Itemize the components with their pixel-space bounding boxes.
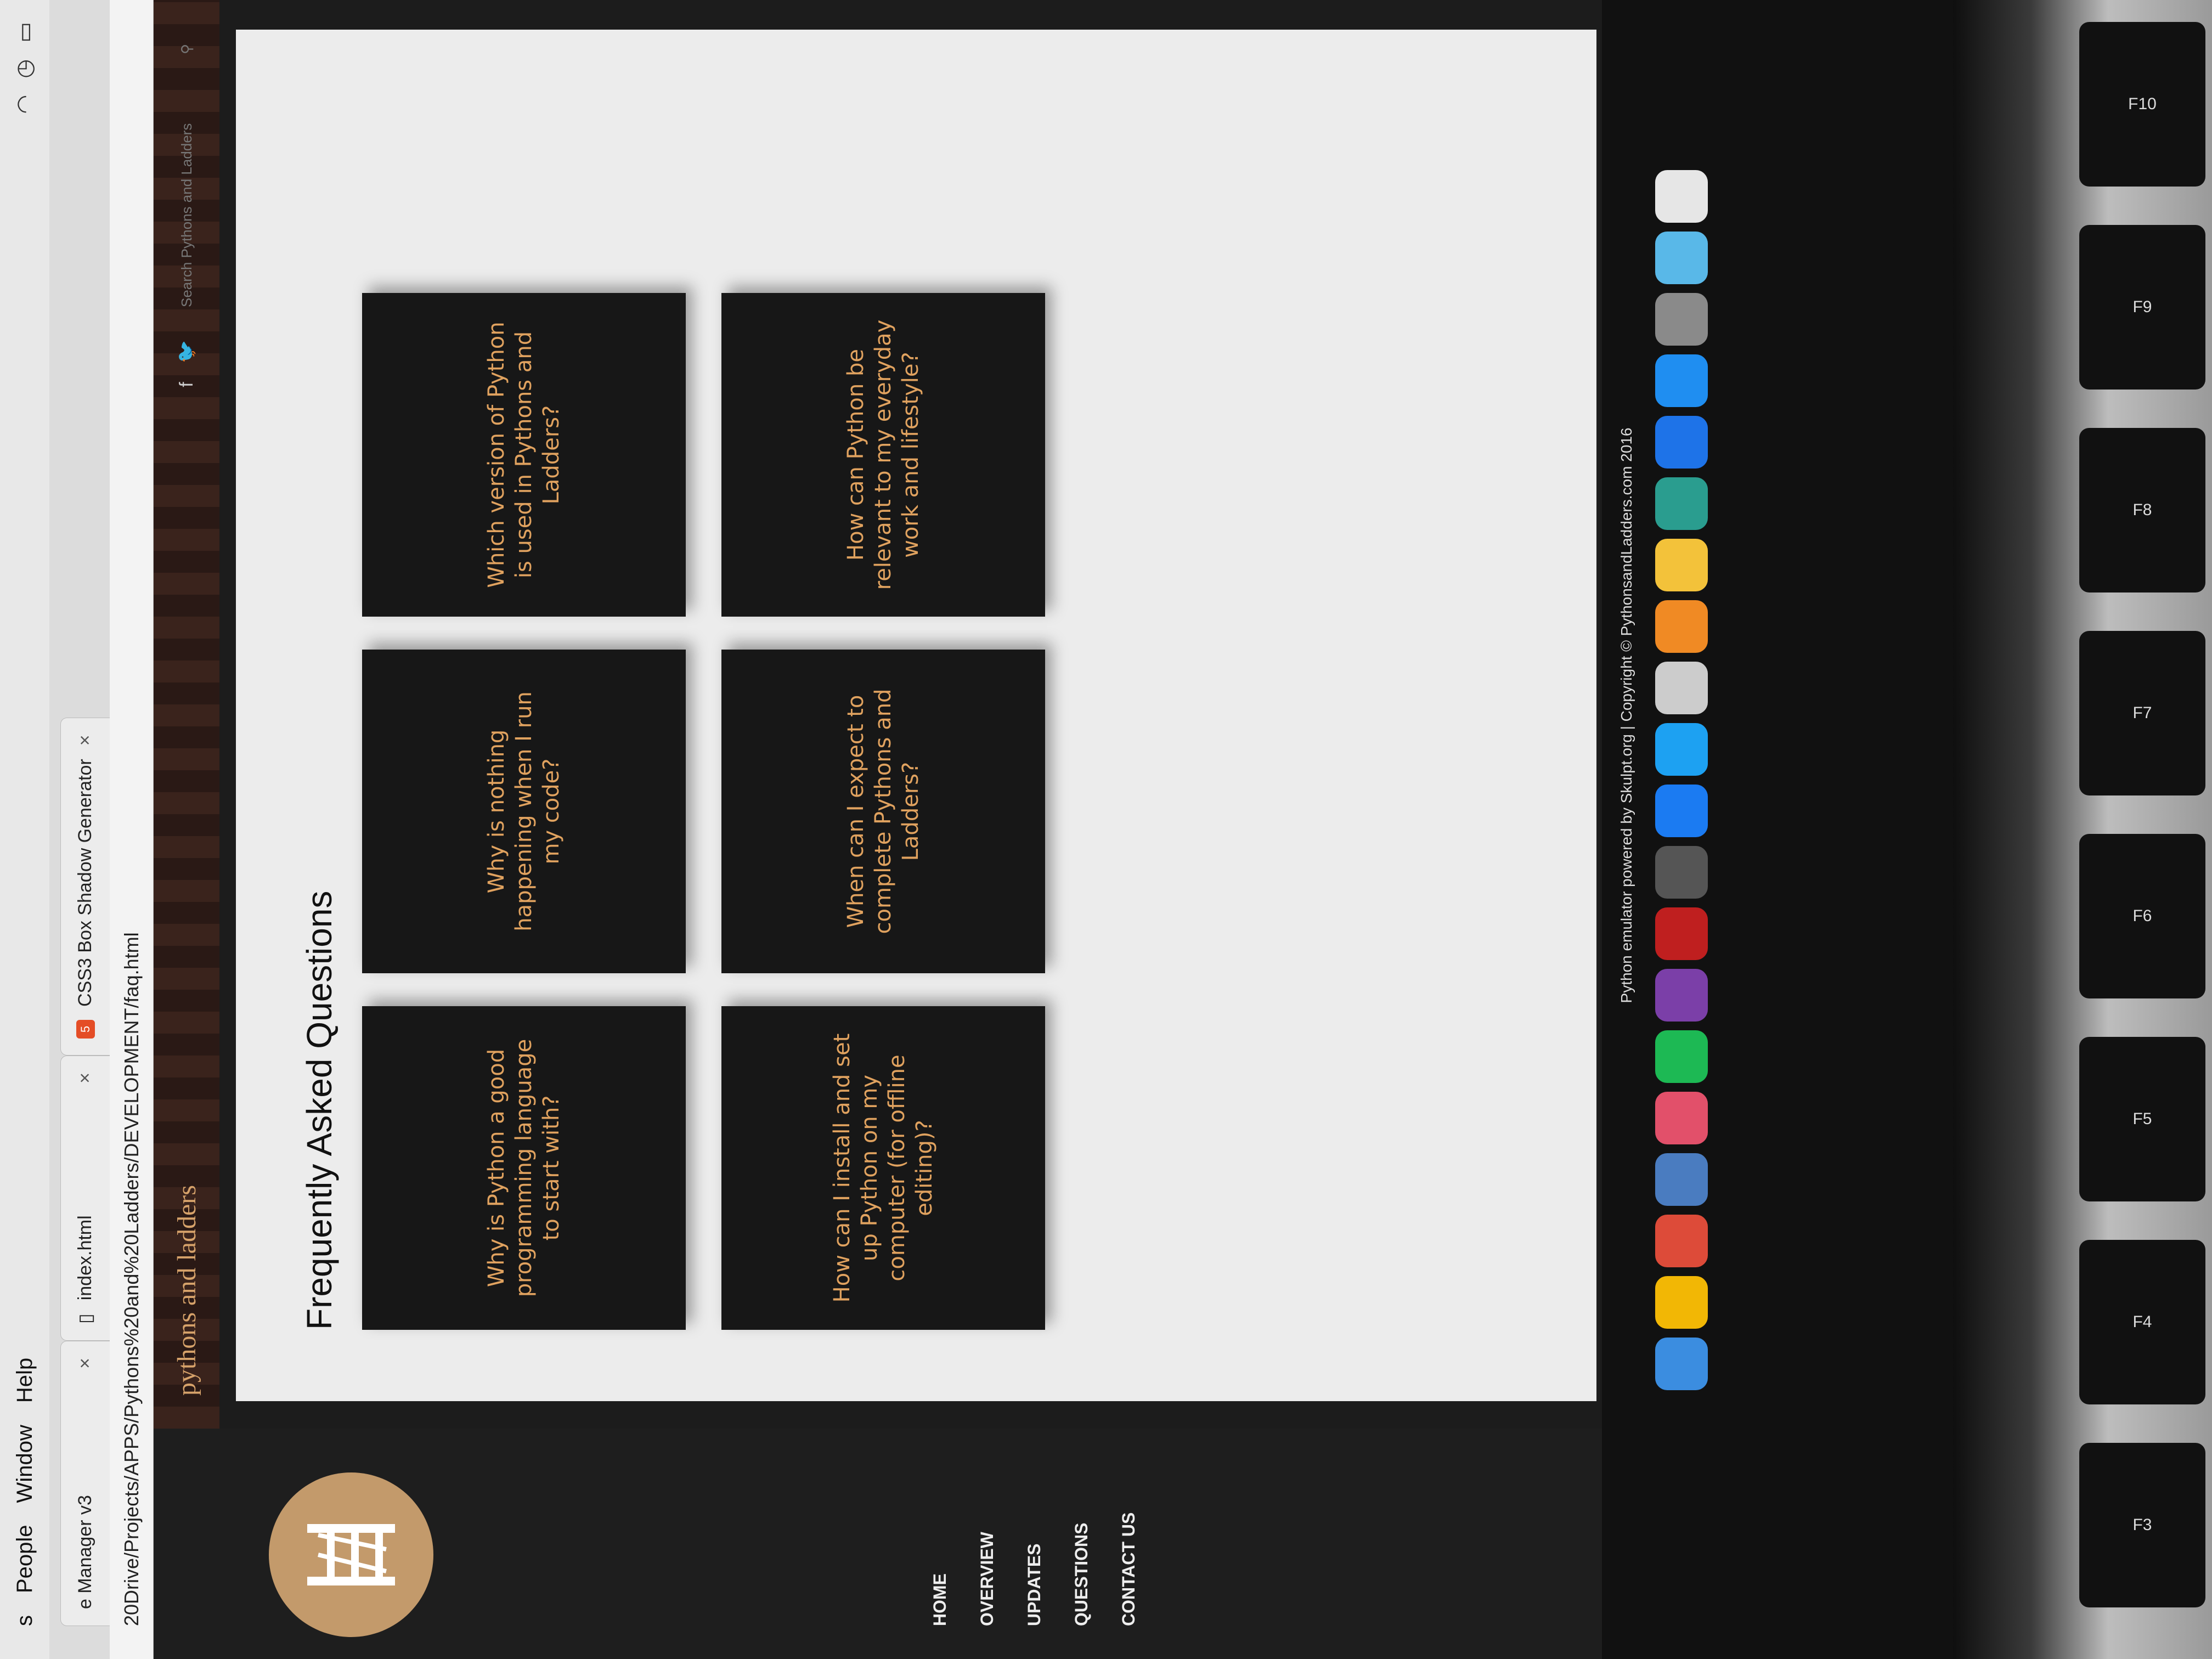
site-brand[interactable]: pythons and ladders [172, 1185, 202, 1396]
close-icon[interactable]: × [75, 1073, 96, 1084]
search-icon[interactable]: ⚲ [178, 44, 195, 54]
photo-scene: s People Window Help ◠ ◷ ▭ e Manager v3 … [0, 0, 2212, 1659]
browser-tab-strip: e Manager v3 × ▯ index.html × 5 CSS3 Box… [49, 0, 110, 1659]
nav-questions[interactable]: QUESTIONS [1058, 1429, 1105, 1659]
faq-question: When can I expect to complete Pythons an… [843, 689, 923, 934]
laptop-screen: s People Window Help ◠ ◷ ▭ e Manager v3 … [0, 0, 1953, 1659]
finder-icon[interactable] [1655, 1338, 1708, 1390]
folder-icon[interactable] [1655, 232, 1708, 284]
menu-item-window[interactable]: Window [13, 1425, 37, 1503]
nav-overview[interactable]: OVERVIEW [963, 1429, 1011, 1659]
key-label: F7 [2132, 704, 2152, 722]
page-title: Frequently Asked Questions [300, 890, 339, 1330]
sidebar-nav: HOME OVERVIEW UPDATES QUESTIONS CONTACT … [916, 1429, 1152, 1659]
os-menubar: s People Window Help ◠ ◷ ▭ [0, 0, 49, 1659]
tab-label: e Manager v3 [75, 1495, 95, 1609]
faq-card[interactable]: When can I expect to complete Pythons an… [721, 650, 1045, 973]
key-f6: F6 [2079, 834, 2205, 998]
key-f5: F5 [2079, 1037, 2205, 1201]
trash-icon[interactable] [1655, 170, 1708, 223]
function-keys: F10 F9 F8 F7 F6 F5 F4 F3 [2063, 0, 2212, 1659]
onenote-icon[interactable] [1655, 969, 1708, 1022]
macos-dock [1643, 30, 1720, 1401]
faq-question: Which version of Python is used in Pytho… [484, 321, 564, 588]
spotify-icon[interactable] [1655, 1030, 1708, 1083]
key-f3: F3 [2079, 1443, 2205, 1607]
photos-icon[interactable] [1655, 539, 1708, 591]
search-placeholder: Search Pythons and Ladders [178, 123, 195, 307]
key-f9: F9 [2079, 225, 2205, 390]
main-content: Frequently Asked Questions Why is Python… [236, 30, 1596, 1401]
key-f8: F8 [2079, 428, 2205, 592]
twitter-icon[interactable] [1655, 723, 1708, 776]
key-f7: F7 [2079, 631, 2205, 795]
menu-item[interactable]: s [13, 1615, 37, 1626]
wifi-icon[interactable]: ◠ [12, 95, 37, 114]
faq-card[interactable]: Why is Python a good programming languag… [362, 1006, 686, 1330]
faq-card[interactable]: How can Python be relevant to my everyda… [721, 293, 1045, 617]
itunes-icon[interactable] [1655, 1092, 1708, 1144]
rotated-screen-content: s People Window Help ◠ ◷ ▭ e Manager v3 … [0, 0, 1953, 1659]
disk-utility-icon[interactable] [1655, 662, 1708, 714]
sublime-icon[interactable] [1655, 846, 1708, 899]
key-label: F3 [2132, 1516, 2152, 1534]
site-logo[interactable] [269, 1472, 433, 1637]
tab-index[interactable]: ▯ index.html × [60, 1056, 110, 1341]
key-label: F10 [2128, 95, 2157, 113]
nav-updates[interactable]: UPDATES [1011, 1429, 1058, 1659]
nav-contact-us[interactable]: CONTACT US [1105, 1429, 1152, 1659]
faq-grid: Why is Python a good programming languag… [362, 293, 1045, 1330]
system-preferences-icon[interactable] [1655, 293, 1708, 346]
key-label: F9 [2132, 298, 2152, 316]
faq-card[interactable]: Which version of Python is used in Pytho… [362, 293, 686, 617]
faq-card[interactable]: Why is nothing happening when I run my c… [362, 650, 686, 973]
chrome-icon[interactable] [1655, 1215, 1708, 1267]
tab-manager[interactable]: e Manager v3 × [60, 1341, 110, 1626]
close-icon[interactable]: × [75, 1358, 96, 1369]
status-icons: ◠ ◷ ▭ [12, 22, 37, 114]
tab-box-shadow[interactable]: 5 CSS3 Box Shadow Generator × [60, 718, 110, 1056]
key-label: F6 [2132, 907, 2152, 925]
google-drive-icon[interactable] [1655, 1276, 1708, 1329]
sidebar: HOME OVERVIEW UPDATES QUESTIONS CONTACT … [154, 1429, 1602, 1659]
html5-icon: 5 [76, 1020, 95, 1039]
twitter-icon[interactable]: 🐦 [176, 340, 198, 363]
ladder-icon [307, 1524, 395, 1585]
document-icon: ▯ [75, 1313, 96, 1324]
app-store-icon[interactable] [1655, 354, 1708, 407]
url-text: 20Drive/Projects/APPS/Pythons%20and%20La… [120, 932, 143, 1626]
key-label: F8 [2132, 501, 2152, 519]
key-f4: F4 [2079, 1240, 2205, 1404]
menu-item-people[interactable]: People [13, 1525, 37, 1593]
address-bar[interactable]: 20Drive/Projects/APPS/Pythons%20and%20La… [110, 0, 154, 1659]
site-header: pythons and ladders f 🐦 Search Pythons a… [154, 0, 219, 1429]
sync-icon[interactable] [1655, 416, 1708, 469]
social-links: f 🐦 [176, 340, 198, 387]
close-icon[interactable]: × [75, 735, 96, 746]
search-input[interactable]: Search Pythons and Ladders ⚲ [170, 33, 204, 318]
airplay-icon[interactable]: ▭ [12, 22, 37, 43]
key-f10: F10 [2079, 22, 2205, 187]
faq-question: Why is Python a good programming languag… [484, 1039, 564, 1297]
faq-question: Why is nothing happening when I run my c… [484, 691, 564, 932]
messenger-icon[interactable] [1655, 785, 1708, 837]
key-label: F5 [2132, 1110, 2152, 1128]
nav-home[interactable]: HOME [916, 1429, 963, 1659]
faq-question: How can Python be relevant to my everyda… [843, 319, 923, 590]
circle-app-icon[interactable] [1655, 477, 1708, 530]
faq-question: How can I install and set up Python on m… [830, 1033, 937, 1303]
ibooks-icon[interactable] [1655, 600, 1708, 653]
filezilla-icon[interactable] [1655, 907, 1708, 960]
tab-label: CSS3 Box Shadow Generator [75, 759, 95, 1007]
faq-card[interactable]: How can I install and set up Python on m… [721, 1006, 1045, 1330]
time-machine-icon[interactable]: ◷ [12, 59, 37, 78]
tab-label: index.html [75, 1215, 95, 1301]
preview-icon[interactable] [1655, 1153, 1708, 1206]
facebook-icon[interactable]: f [176, 382, 198, 387]
key-label: F4 [2132, 1313, 2152, 1331]
website: HOME OVERVIEW UPDATES QUESTIONS CONTACT … [154, 0, 1708, 1659]
menu-item-help[interactable]: Help [13, 1358, 37, 1403]
